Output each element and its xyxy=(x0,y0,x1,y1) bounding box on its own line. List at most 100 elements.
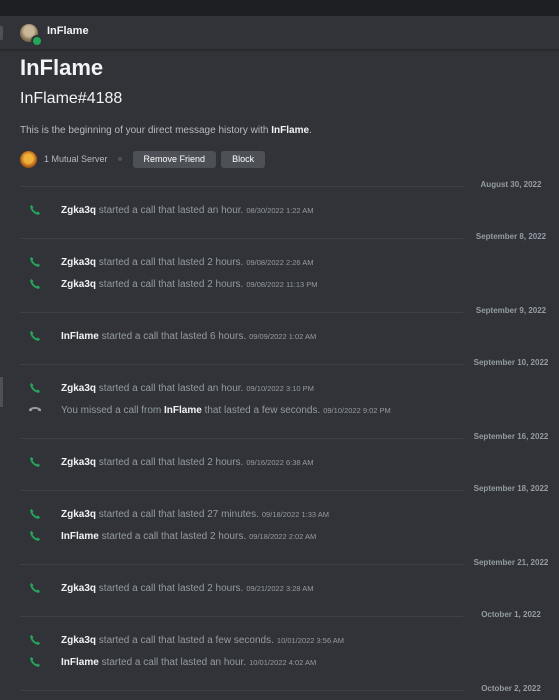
date-divider: September 8, 2022 xyxy=(20,232,559,241)
date-divider: September 21, 2022 xyxy=(20,558,559,567)
call-text: Zgka3q started a call that lasted a few … xyxy=(61,635,344,646)
date-divider: September 16, 2022 xyxy=(20,432,559,441)
phone-icon xyxy=(28,581,42,595)
date-divider-label: October 1, 2022 xyxy=(463,610,559,619)
call-message: Zgka3q started a call that lasted 2 hour… xyxy=(28,454,313,470)
block-button[interactable]: Block xyxy=(221,150,266,168)
username[interactable]: Zgka3q xyxy=(61,383,96,394)
welcome-description-suffix: . xyxy=(309,125,312,136)
date-divider: September 10, 2022 xyxy=(20,358,559,367)
phone-icon xyxy=(28,381,42,395)
date-divider: October 2, 2022 xyxy=(20,684,559,693)
call-text: InFlame started a call that lasted an ho… xyxy=(61,657,316,668)
username[interactable]: InFlame xyxy=(164,405,202,416)
date-divider-label: September 10, 2022 xyxy=(463,358,559,367)
call-message: Zgka3q started a call that lasted 27 min… xyxy=(28,506,329,522)
call-description: started a call that lasted an hour. xyxy=(96,204,244,216)
online-status-icon xyxy=(31,35,43,47)
timestamp[interactable]: 08/30/2022 1:22 AM xyxy=(246,206,313,215)
call-text: Zgka3q started a call that lasted 2 hour… xyxy=(61,457,313,468)
phone-icon xyxy=(28,203,42,217)
call-description: started a call that lasted an hour. xyxy=(98,656,247,668)
server-indicator xyxy=(0,26,3,40)
timestamp[interactable]: 09/10/2022 9:02 PM xyxy=(323,406,391,415)
call-description: started a call that lasted 27 minutes. xyxy=(96,508,259,520)
username[interactable]: Zgka3q xyxy=(61,635,96,646)
username[interactable]: InFlame xyxy=(61,657,99,668)
date-divider-label: September 16, 2022 xyxy=(463,432,559,441)
timestamp[interactable]: 09/09/2022 1:02 AM xyxy=(249,332,316,341)
call-description: started a call that lasted 2 hours. xyxy=(96,582,244,594)
call-message: Zgka3q started a call that lasted 2 hour… xyxy=(28,254,313,270)
timestamp[interactable]: 09/08/2022 11:13 PM xyxy=(246,280,317,289)
username[interactable]: Zgka3q xyxy=(61,457,96,468)
mutual-servers-link[interactable]: 1 Mutual Server xyxy=(44,154,108,164)
missed-call-message: You missed a call from InFlame that last… xyxy=(28,402,391,418)
date-divider-label: August 30, 2022 xyxy=(463,180,559,189)
timestamp[interactable]: 10/01/2022 3:56 AM xyxy=(277,636,344,645)
username[interactable]: Zgka3q xyxy=(61,279,96,290)
call-text: Zgka3q started a call that lasted 2 hour… xyxy=(61,279,318,290)
timestamp[interactable]: 09/08/2022 2:26 AM xyxy=(246,258,313,267)
server-icon[interactable] xyxy=(20,150,37,168)
call-message: Zgka3q started a call that lasted an hou… xyxy=(28,202,313,218)
phone-icon xyxy=(28,655,42,669)
timestamp[interactable]: 10/01/2022 4:02 AM xyxy=(249,658,316,667)
date-divider: August 30, 2022 xyxy=(20,180,559,189)
phone-icon xyxy=(28,455,42,469)
call-text: Zgka3q started a call that lasted 27 min… xyxy=(61,509,329,520)
call-message: Zgka3q started a call that lasted a few … xyxy=(28,632,344,648)
welcome-description-name: InFlame xyxy=(271,125,310,136)
dm-header: InFlame xyxy=(0,16,559,50)
call-message: InFlame started a call that lasted an ho… xyxy=(28,654,316,670)
call-text: Zgka3q started a call that lasted 2 hour… xyxy=(61,583,313,594)
date-divider-label: September 18, 2022 xyxy=(463,484,559,493)
date-divider-label: September 21, 2022 xyxy=(463,558,559,567)
header-username[interactable]: InFlame xyxy=(47,25,89,37)
phone-icon xyxy=(28,329,42,343)
missed-call-icon xyxy=(28,403,42,417)
username[interactable]: Zgka3q xyxy=(61,205,96,216)
server-indicator xyxy=(0,377,3,407)
date-divider: September 18, 2022 xyxy=(20,484,559,493)
call-message: InFlame started a call that lasted 2 hou… xyxy=(28,528,316,544)
date-divider-label: September 8, 2022 xyxy=(463,232,559,241)
user-tag: InFlame#4188 xyxy=(20,90,123,107)
timestamp[interactable]: 09/16/2022 6:38 AM xyxy=(246,458,313,467)
call-text: Zgka3q started a call that lasted 2 hour… xyxy=(61,257,313,268)
username[interactable]: Zgka3q xyxy=(61,257,96,268)
call-text: Zgka3q started a call that lasted an hou… xyxy=(61,205,313,216)
username[interactable]: InFlame xyxy=(61,331,99,342)
date-divider: October 1, 2022 xyxy=(20,610,559,619)
phone-icon xyxy=(28,529,42,543)
window-top-strip xyxy=(0,0,559,16)
welcome-description: This is the beginning of your direct mes… xyxy=(20,125,312,136)
welcome-description-prefix: This is the beginning of your direct mes… xyxy=(20,125,272,136)
phone-icon xyxy=(28,507,42,521)
username[interactable]: Zgka3q xyxy=(61,583,96,594)
call-description: that lasted a few seconds. xyxy=(201,404,321,416)
call-description: started a call that lasted an hour. xyxy=(96,382,244,394)
call-description: started a call that lasted 6 hours. xyxy=(98,330,247,342)
timestamp[interactable]: 09/21/2022 3:28 AM xyxy=(246,584,313,593)
username[interactable]: Zgka3q xyxy=(61,509,96,520)
timestamp[interactable]: 09/18/2022 2:02 AM xyxy=(249,532,316,541)
call-text: Zgka3q started a call that lasted an hou… xyxy=(61,383,314,394)
phone-icon xyxy=(28,277,42,291)
call-description: started a call that lasted 2 hours. xyxy=(96,278,244,290)
mutual-servers-row: 1 Mutual Server Remove Friend Block xyxy=(20,150,266,168)
call-text: You missed a call from InFlame that last… xyxy=(61,405,391,416)
date-divider-label: September 9, 2022 xyxy=(463,306,559,315)
timestamp[interactable]: 09/18/2022 1:33 AM xyxy=(262,510,329,519)
date-divider: September 9, 2022 xyxy=(20,306,559,315)
remove-friend-button[interactable]: Remove Friend xyxy=(132,150,217,168)
page-title: InFlame xyxy=(20,55,104,80)
call-message: Zgka3q started a call that lasted an hou… xyxy=(28,380,314,396)
call-message: InFlame started a call that lasted 6 hou… xyxy=(28,328,316,344)
call-prefix: You missed a call from xyxy=(61,404,165,416)
timestamp[interactable]: 09/10/2022 3:10 PM xyxy=(246,384,314,393)
phone-icon xyxy=(28,633,42,647)
username[interactable]: InFlame xyxy=(61,531,99,542)
call-text: InFlame started a call that lasted 6 hou… xyxy=(61,331,316,342)
call-description: started a call that lasted 2 hours. xyxy=(96,456,244,468)
